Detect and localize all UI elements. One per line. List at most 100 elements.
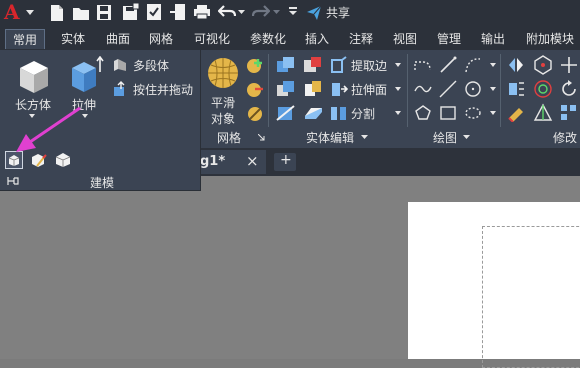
separate-icon[interactable]	[330, 104, 348, 122]
presspull-icon	[114, 81, 125, 96]
open-folder-icon[interactable]	[72, 5, 90, 21]
spline-icon[interactable]	[414, 81, 432, 97]
ellipse-dropdown-icon[interactable]	[490, 111, 496, 115]
primitive-solid-icon[interactable]	[55, 152, 71, 168]
customize-qat-icon[interactable]	[289, 7, 297, 16]
rotate-icon[interactable]	[560, 80, 578, 98]
quick-access-toolbar: A 共享	[0, 0, 580, 26]
chevron-down-icon	[26, 10, 34, 15]
share-button[interactable]: 共享	[306, 3, 356, 23]
box-button[interactable]: 长方体	[8, 54, 56, 118]
polyline-icon[interactable]	[414, 58, 432, 72]
line-icon[interactable]	[439, 56, 457, 74]
extrude-faces-icon[interactable]	[330, 80, 348, 98]
smooth-object-label-line1[interactable]: 平滑	[211, 94, 235, 111]
smooth-object-label-line2[interactable]: 对象	[211, 110, 235, 127]
extrude-button[interactable]: 拉伸	[64, 54, 104, 118]
extrude-dropdown-icon	[82, 114, 88, 118]
mesh-group-title: 网格	[217, 131, 242, 145]
split-label[interactable]: 分割	[351, 105, 375, 122]
interfere-icon[interactable]	[303, 80, 323, 98]
construction-line-icon[interactable]	[439, 80, 457, 98]
modify-group-title[interactable]: 修改	[553, 129, 577, 146]
circle-icon[interactable]	[464, 80, 482, 98]
polysolid-button[interactable]: 多段体	[112, 56, 182, 74]
extrude-faces-label[interactable]: 拉伸面	[351, 81, 387, 98]
draw-group-title[interactable]: 绘图	[433, 129, 457, 146]
move-3d-icon[interactable]	[533, 55, 553, 75]
ribbon-group-title-bar: 网格 实体编辑 绘图 修改	[200, 127, 580, 148]
arc-icon[interactable]	[464, 56, 482, 74]
web-mobile-icon[interactable]	[146, 3, 162, 21]
pin-icon[interactable]	[7, 176, 19, 186]
smooth-object-icon[interactable]	[206, 56, 240, 90]
align-icon[interactable]	[507, 80, 525, 98]
tab-visualize[interactable]: 可视化	[190, 29, 234, 49]
save-icon[interactable]	[96, 4, 112, 21]
slice-icon[interactable]	[276, 104, 296, 122]
undo-icon[interactable]	[218, 5, 236, 19]
thicken-icon[interactable]	[303, 104, 323, 122]
solid-history-button[interactable]	[5, 151, 23, 169]
solid-edit-group-title[interactable]: 实体编辑	[306, 129, 354, 146]
extract-edges-icon[interactable]	[330, 56, 348, 74]
extract-edges-label[interactable]: 提取边	[351, 57, 387, 74]
polygon-icon[interactable]	[414, 104, 432, 122]
smooth-more-icon[interactable]	[246, 57, 264, 75]
erase-icon[interactable]	[507, 104, 525, 122]
ribbon-tab-bar: 常用 实体 曲面 网格 可视化 参数化 插入 注释 视图 管理 输出 附加模块	[0, 26, 580, 50]
tab-annotate[interactable]: 注释	[344, 29, 378, 49]
circle-dropdown-icon[interactable]	[490, 87, 496, 91]
presspull-button[interactable]: 按住并拖动	[112, 80, 200, 98]
draw-expand-icon[interactable]	[463, 135, 470, 140]
tab-home[interactable]: 常用	[5, 29, 45, 49]
redo-icon[interactable]	[252, 5, 270, 19]
extrude-icon	[72, 56, 104, 92]
rotate-3d-icon[interactable]	[533, 79, 553, 99]
arc-dropdown-icon[interactable]	[490, 63, 496, 67]
document-tab-close-icon[interactable]: ×	[246, 152, 259, 170]
flyout-title-bar: 建模	[0, 172, 200, 190]
undo-dropdown-icon[interactable]	[238, 10, 245, 15]
tab-output[interactable]: 输出	[476, 29, 510, 49]
rectangle-icon[interactable]	[439, 105, 457, 121]
save-as-icon[interactable]	[122, 3, 140, 21]
plus-icon: +	[280, 152, 292, 168]
scale-3d-icon[interactable]	[533, 103, 553, 123]
new-file-icon[interactable]	[50, 4, 64, 22]
tab-surface[interactable]: 曲面	[100, 29, 136, 49]
app-logo-letter: A	[4, 0, 20, 24]
edit-solid-icon[interactable]	[31, 152, 47, 168]
tab-addins[interactable]: 附加模块	[522, 29, 578, 49]
tab-parametric[interactable]: 参数化	[246, 29, 290, 49]
box-label: 长方体	[15, 98, 52, 112]
drawing-canvas[interactable]	[0, 176, 580, 368]
app-menu-button[interactable]: A	[2, 0, 38, 24]
redo-dropdown-icon[interactable]	[273, 10, 280, 15]
import-icon[interactable]	[170, 3, 186, 21]
tab-view[interactable]: 视图	[388, 29, 422, 49]
solid-edit-expand-icon[interactable]	[361, 135, 368, 140]
print-icon[interactable]	[193, 4, 211, 20]
tab-manage[interactable]: 管理	[432, 29, 466, 49]
smooth-less-icon[interactable]	[246, 81, 264, 99]
refine-mesh-icon[interactable]	[246, 105, 264, 123]
move-icon[interactable]	[560, 56, 578, 74]
subtract-icon[interactable]	[303, 56, 323, 74]
panel-dialog-launcher-icon[interactable]	[258, 134, 265, 141]
intersect-icon[interactable]	[276, 80, 296, 98]
split-dropdown-icon[interactable]	[395, 111, 401, 115]
new-document-tab-button[interactable]: +	[274, 152, 296, 171]
array-icon[interactable]	[560, 104, 578, 122]
polysolid-icon	[114, 59, 126, 71]
box-icon	[20, 61, 48, 93]
document-tab[interactable]: g1* ×	[196, 150, 266, 174]
tab-solid[interactable]: 实体	[55, 29, 91, 49]
extrude-faces-dropdown-icon[interactable]	[395, 87, 401, 91]
extract-edges-dropdown-icon[interactable]	[395, 63, 401, 67]
tab-insert[interactable]: 插入	[300, 29, 334, 49]
ellipse-icon[interactable]	[464, 105, 482, 121]
mirror-icon[interactable]	[507, 56, 525, 74]
tab-mesh[interactable]: 网格	[143, 29, 179, 49]
union-icon[interactable]	[276, 56, 296, 74]
